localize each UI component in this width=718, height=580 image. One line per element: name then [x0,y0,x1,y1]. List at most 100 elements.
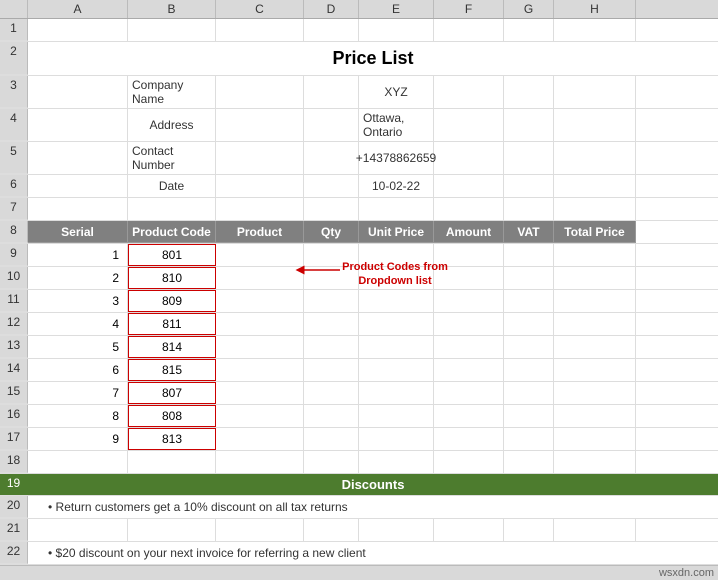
cell-4h [504,109,554,141]
cell-10-code[interactable]: 810 [128,267,216,289]
cell-4g [434,109,504,141]
row-num-4: 4 [0,109,28,141]
cell-3h [504,76,554,108]
cell-18f [359,451,434,473]
cell-17-code[interactable]: 813 [128,428,216,450]
cell-5e [304,142,359,174]
cell-18b [28,451,128,473]
row-num-14: 14 [0,359,28,381]
data-rows: 9 1 801 10 2 810 11 3 809 [0,244,718,451]
cell-1g [434,19,504,41]
row-8-table-header: 8 Serial Product Code Product Qty Unit P… [0,221,718,244]
row-21: 21 [0,519,718,542]
cell-16-code[interactable]: 808 [128,405,216,427]
cell-9-serial: 1 [28,244,128,266]
cell-21b [28,519,128,541]
row-9: 9 1 801 [0,244,718,267]
cell-10-total-price [554,267,636,289]
cell-9-total-price [554,244,636,266]
cell-15-serial: 7 [28,382,128,404]
cell-15-total-price [554,382,636,404]
cell-3g [434,76,504,108]
row-19-discounts: 19 Discounts [0,474,718,496]
cell-15-qty [304,382,359,404]
col-header-h: G [504,0,554,18]
cell-7h [504,198,554,220]
cell-11-code[interactable]: 809 [128,290,216,312]
cell-9-vat [504,244,554,266]
cell-14-amount [434,359,504,381]
cell-3e [304,76,359,108]
col-header-b: A [28,0,128,18]
header-product-code: Product Code [128,221,216,243]
cell-21g [434,519,504,541]
cell-10-vat [504,267,554,289]
row-num-3: 3 [0,76,28,108]
cell-17-serial: 9 [28,428,128,450]
cell-18d [216,451,304,473]
cell-21h [504,519,554,541]
cell-1e [304,19,359,41]
cell-12-serial: 4 [28,313,128,335]
cell-7d [216,198,304,220]
cell-3b [28,76,128,108]
cell-9-code[interactable]: 801 [128,244,216,266]
row-6: 6 Date 10-02-22 [0,175,718,198]
address-label: Address [128,109,216,141]
row-20: 20 • Return customers get a 10% discount… [0,496,718,519]
cell-14-code[interactable]: 815 [128,359,216,381]
cell-13-unit-price [359,336,434,358]
cell-6g [434,175,504,197]
cell-14-qty [304,359,359,381]
header-serial: Serial [28,221,128,243]
cell-10-unit-price [359,267,434,289]
cell-5g [434,142,504,174]
cell-17-vat [504,428,554,450]
row-17: 17 9 813 [0,428,718,451]
row-num-18: 18 [0,451,28,473]
row-num-2: 2 [0,42,28,75]
row-num-1: 1 [0,19,28,41]
cell-15-unit-price [359,382,434,404]
cell-16-unit-price [359,405,434,427]
header-amount: Amount [434,221,504,243]
row-num-7: 7 [0,198,28,220]
cell-7g [434,198,504,220]
cell-13-amount [434,336,504,358]
cell-5h [504,142,554,174]
cell-18h [504,451,554,473]
row-1: 1 [0,19,718,42]
row-14: 14 6 815 [0,359,718,382]
header-unit-price: Unit Price [359,221,434,243]
cell-11-vat [504,290,554,312]
cell-11-total-price [554,290,636,312]
spreadsheet-title: Price List [28,42,718,75]
row-num-21: 21 [0,519,28,541]
cell-4b [28,109,128,141]
cell-11-unit-price [359,290,434,312]
cell-15-code[interactable]: 807 [128,382,216,404]
cell-12-code[interactable]: 811 [128,313,216,335]
cell-13-total-price [554,336,636,358]
row-5: 5 Contact Number +14378862659 [0,142,718,175]
row-num-11: 11 [0,290,28,312]
row-15: 15 7 807 [0,382,718,405]
column-headers: A B C D E F G H [0,0,718,19]
header-product: Product [216,221,304,243]
cell-16-product [216,405,304,427]
cell-9-amount [434,244,504,266]
cell-13-code[interactable]: 814 [128,336,216,358]
cell-17-total-price [554,428,636,450]
cell-7b [28,198,128,220]
cell-6d [216,175,304,197]
row-16: 16 8 808 [0,405,718,428]
cell-10-serial: 2 [28,267,128,289]
discount-item-2: • $20 discount on your next invoice for … [28,542,718,564]
cell-12-qty [304,313,359,335]
cell-16-qty [304,405,359,427]
cell-1i [554,19,636,41]
cell-6e [304,175,359,197]
col-header-i: H [554,0,636,18]
row-num-22: 22 [0,542,28,564]
cell-12-product [216,313,304,335]
